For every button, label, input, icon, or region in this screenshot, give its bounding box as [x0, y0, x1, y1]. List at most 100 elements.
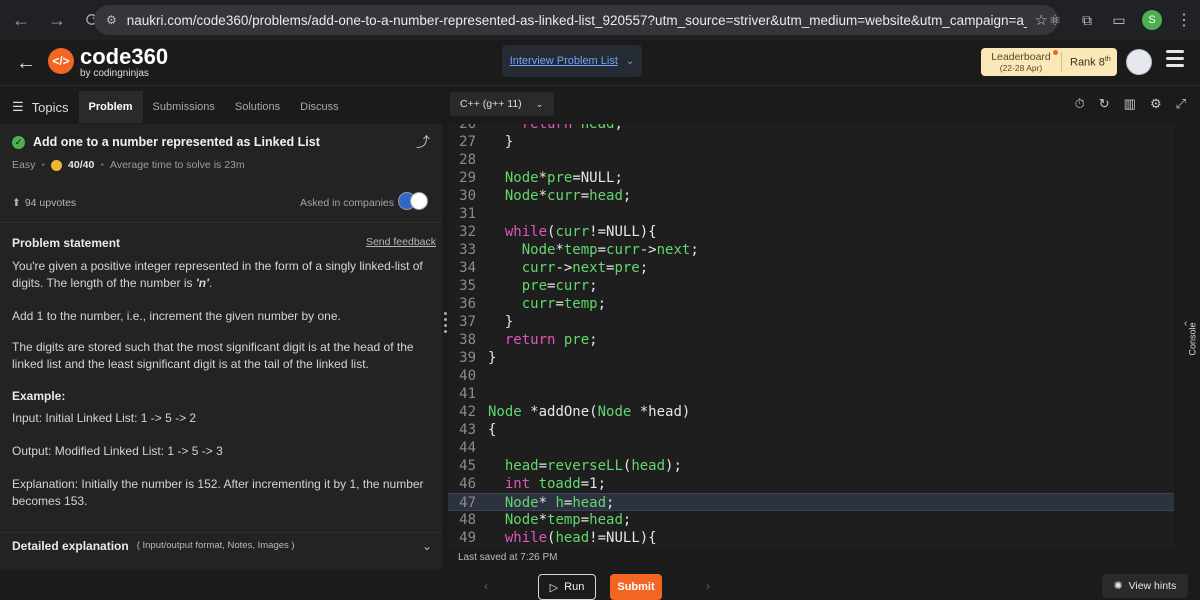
code-line[interactable]: 50	[448, 547, 1174, 548]
code-line[interactable]: 28	[448, 151, 1174, 169]
address-bar[interactable]: ⚙ naukri.com/code360/problems/add-one-to…	[94, 5, 1058, 35]
language-select[interactable]: C++ (g++ 11) ⌄	[450, 92, 554, 116]
code-text[interactable]: Node*pre=NULL;	[476, 169, 623, 187]
profile-avatar[interactable]: S	[1142, 10, 1162, 30]
code-text[interactable]: {	[476, 421, 496, 439]
view-hints-button[interactable]: ✺ View hints	[1102, 574, 1188, 598]
timer-icon[interactable]: ⏱	[1075, 96, 1085, 112]
line-number: 38	[459, 332, 476, 348]
send-feedback-link[interactable]: Send feedback	[366, 236, 436, 248]
detailed-explanation-toggle[interactable]: Detailed explanation ( Input/output form…	[0, 532, 442, 558]
code-text[interactable]: Node* h=head;	[476, 494, 615, 511]
code-text[interactable]: while(curr!=NULL){	[476, 223, 657, 241]
console-toggle[interactable]: ‹ Console	[1176, 300, 1200, 400]
code-text[interactable]: int toadd=1;	[476, 475, 606, 493]
code-line[interactable]: 47 Node* h=head;	[448, 493, 1174, 511]
code-token: {	[488, 422, 497, 438]
code-token: curr	[606, 242, 640, 258]
next-problem-icon[interactable]: ›	[706, 579, 710, 593]
code-text[interactable]: }	[476, 133, 513, 151]
code-text[interactable]	[476, 547, 488, 548]
code-text[interactable]: }	[476, 349, 496, 367]
problem-list-label[interactable]: Interview Problem List	[510, 55, 618, 67]
code-line[interactable]: 42 Node *addOne(Node *head)	[448, 403, 1174, 421]
tab-discuss[interactable]: Discuss	[290, 91, 349, 123]
code-text[interactable]: pre=curr;	[476, 277, 598, 295]
code-text[interactable]	[476, 385, 488, 403]
code-text[interactable]: }	[476, 313, 513, 331]
code-token: =	[597, 242, 607, 258]
code-line[interactable]: 33 Node*temp=curr->next;	[448, 241, 1174, 259]
code-line[interactable]: 34 curr->next=pre;	[448, 259, 1174, 277]
topics-toggle[interactable]: ☰ Topics	[12, 99, 69, 115]
code-token: while	[488, 224, 548, 240]
code-editor[interactable]: 26 return head; 27 } 28 29 Node*pre=NULL; 30…	[448, 124, 1174, 548]
code-line[interactable]: 31	[448, 205, 1174, 223]
submit-button[interactable]: Submit	[610, 574, 662, 600]
fullscreen-icon[interactable]: ⤢	[1176, 96, 1186, 112]
code-text[interactable]: return pre;	[476, 331, 598, 349]
forward-icon[interactable]: →	[42, 5, 72, 35]
code-line[interactable]: 26 return head;	[448, 124, 1174, 133]
back-icon[interactable]: ←	[6, 5, 36, 35]
layout-icon[interactable]: ▥	[1124, 96, 1136, 112]
upvote-button[interactable]: ⬆ 94 upvotes	[12, 197, 76, 209]
code-line[interactable]: 36 curr=temp;	[448, 295, 1174, 313]
code-line[interactable]: 30 Node*curr=head;	[448, 187, 1174, 205]
tab-submissions[interactable]: Submissions	[143, 91, 225, 123]
sidepanel-icon[interactable]: ▭	[1110, 12, 1128, 29]
code-line[interactable]: 48 Node*temp=head;	[448, 511, 1174, 529]
code-line[interactable]: 45 head=reverseLL(head);	[448, 457, 1174, 475]
hamburger-menu-icon[interactable]	[1166, 50, 1184, 71]
code-text[interactable]	[476, 367, 488, 385]
share-icon[interactable]: ⤴	[416, 132, 430, 152]
code-line[interactable]: 37 }	[448, 313, 1174, 331]
code-line[interactable]: 49 while(head!=NULL){	[448, 529, 1174, 547]
logo-text[interactable]: code360	[80, 44, 168, 70]
run-button[interactable]: ▷ Run	[538, 574, 596, 600]
line-number: 36	[459, 296, 476, 312]
problem-list-dropdown[interactable]: Interview Problem List ⌄	[502, 45, 642, 77]
code-text[interactable]	[476, 205, 488, 223]
code-line[interactable]: 32 while(curr!=NULL){	[448, 223, 1174, 241]
code-line[interactable]: 35 pre=curr;	[448, 277, 1174, 295]
code-line[interactable]: 43 {	[448, 421, 1174, 439]
leaderboard-button[interactable]: Leaderboard (22-28 Apr) Rank 8th	[981, 48, 1117, 76]
back-arrow-icon[interactable]: ←	[16, 52, 36, 75]
code-line[interactable]: 44	[448, 439, 1174, 457]
code-line[interactable]: 41	[448, 385, 1174, 403]
code-text[interactable]: Node*temp=curr->next;	[476, 241, 699, 259]
previous-problem-icon[interactable]: ‹	[484, 579, 488, 593]
code-line[interactable]: 38 return pre;	[448, 331, 1174, 349]
settings-gear-icon[interactable]: ⚙	[1150, 96, 1162, 112]
code-text[interactable]	[476, 151, 488, 169]
code-text[interactable]: curr=temp;	[476, 295, 606, 313]
code-line[interactable]: 40	[448, 367, 1174, 385]
browser-menu-icon[interactable]: ⋮	[1176, 10, 1192, 30]
code-line[interactable]: 29 Node*pre=NULL;	[448, 169, 1174, 187]
code-text[interactable]: Node*temp=head;	[476, 511, 631, 529]
company-logos[interactable]	[398, 192, 428, 212]
code-line[interactable]: 39}	[448, 349, 1174, 367]
code360-logo-icon[interactable]: </>	[48, 48, 74, 74]
code-text[interactable]: return head;	[476, 124, 623, 133]
code-text[interactable]: head=reverseLL(head);	[476, 457, 682, 475]
line-number: 40	[459, 368, 476, 384]
url-text[interactable]: naukri.com/code360/problems/add-one-to-a…	[127, 13, 1027, 28]
chevron-down-icon: ⌄	[625, 55, 635, 67]
user-avatar[interactable]	[1126, 49, 1152, 75]
code-line[interactable]: 46 int toadd=1;	[448, 475, 1174, 493]
code-text[interactable]: curr->next=pre;	[476, 259, 648, 277]
code-text[interactable]: Node*curr=head;	[476, 187, 631, 205]
extensions-puzzle-icon[interactable]: ⧉	[1078, 12, 1096, 29]
code-line[interactable]: 27 }	[448, 133, 1174, 151]
code-token: }	[488, 314, 514, 330]
reset-code-icon[interactable]: ↻	[1099, 96, 1110, 112]
extension-react-icon[interactable]: ⚛	[1046, 12, 1064, 29]
site-info-icon[interactable]: ⚙	[106, 13, 117, 27]
code-text[interactable]	[476, 439, 488, 457]
tab-problem[interactable]: Problem	[78, 91, 143, 123]
tab-solutions[interactable]: Solutions	[225, 91, 290, 123]
code-text[interactable]: while(head!=NULL){	[476, 529, 657, 547]
code-text[interactable]: Node *addOne(Node *head)	[476, 403, 690, 421]
